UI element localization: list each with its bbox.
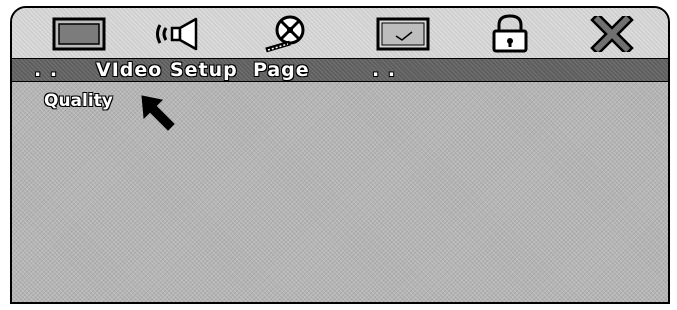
tab-preference-setup[interactable]: [478, 14, 542, 54]
tab-video-setup[interactable]: [372, 14, 436, 54]
title-dots-right: . .: [372, 59, 397, 81]
menu-item-quality[interactable]: Quality: [44, 90, 113, 112]
monitor-icon: [52, 17, 106, 51]
tab-dolby-setup[interactable]: [256, 14, 320, 54]
tab-audio-setup[interactable]: [148, 14, 212, 54]
video-setup-screen: . . VIdeo Setup Page . . Quality: [10, 6, 670, 304]
toolbar: [12, 8, 668, 58]
speaker-icon: [156, 17, 198, 51]
screen-icon: [376, 17, 430, 51]
page-title: VIdeo Setup Page: [96, 59, 310, 81]
close-icon: [590, 16, 634, 52]
tab-exit-setup[interactable]: [580, 14, 644, 54]
tab-general-setup[interactable]: [48, 14, 112, 54]
padlock-icon: [492, 14, 528, 53]
film-reel-icon: [265, 15, 305, 53]
arrow-cursor-icon: [141, 95, 175, 131]
title-dots-left: . .: [34, 59, 59, 81]
page-title-bar: . . VIdeo Setup Page . .: [12, 58, 668, 82]
